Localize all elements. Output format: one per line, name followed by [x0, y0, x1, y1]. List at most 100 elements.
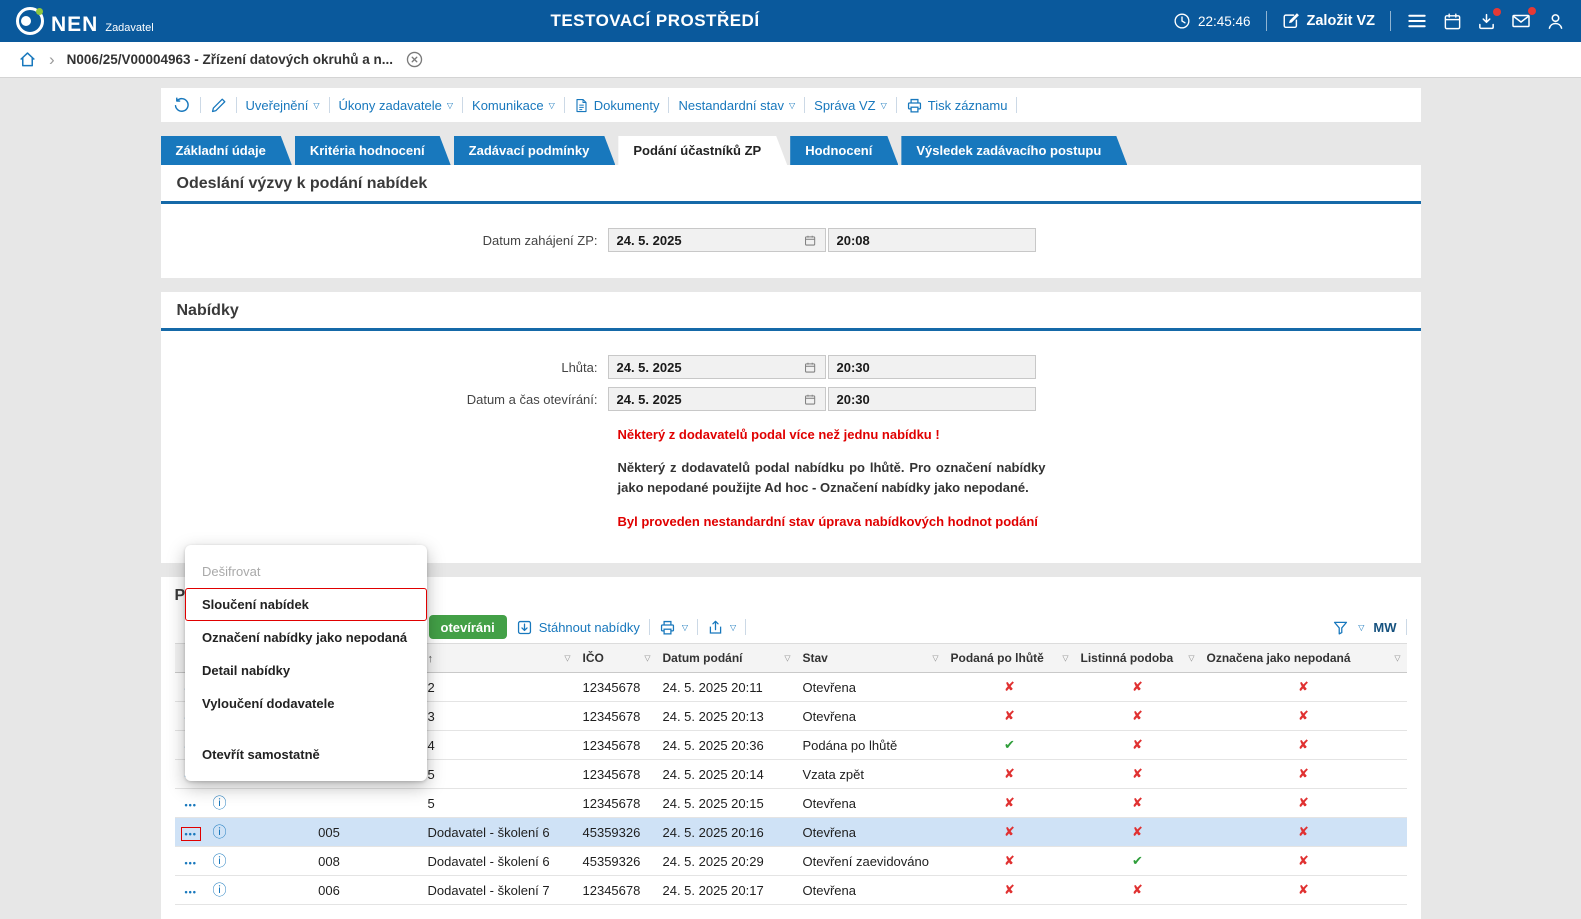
- history-button[interactable]: [173, 96, 191, 114]
- close-record-button[interactable]: [405, 50, 424, 69]
- column-filter-icon[interactable]: ▽: [1394, 654, 1400, 663]
- calendar-icon[interactable]: [804, 361, 816, 374]
- col-listinna-podoba[interactable]: Listinná podoba▽: [1075, 644, 1201, 673]
- messages-button[interactable]: [1511, 11, 1531, 31]
- close-icon: [405, 50, 424, 69]
- calendar-icon[interactable]: [804, 234, 816, 247]
- profile-button[interactable]: [1546, 12, 1565, 31]
- col-ico[interactable]: IČO▽: [577, 644, 657, 673]
- tab[interactable]: Podání účastníků ZP: [618, 136, 787, 165]
- cell-oznacena-jako-nepodana: ✘: [1201, 818, 1407, 847]
- menu-komunikace[interactable]: Komunikace▽: [472, 98, 555, 113]
- info-icon[interactable]: ⓘ: [213, 824, 227, 840]
- column-filter-icon[interactable]: ▽: [1062, 654, 1068, 663]
- info-icon[interactable]: ⓘ: [213, 882, 227, 898]
- row-actions-button[interactable]: •••: [181, 798, 201, 812]
- opening-date-input[interactable]: [617, 392, 805, 407]
- cell-podana-po-lhute: ✘: [945, 760, 1075, 789]
- cell-stav: Otevřena: [797, 789, 945, 818]
- deadline-time-input[interactable]: [837, 360, 1027, 375]
- download-box-icon: [516, 619, 533, 636]
- tab[interactable]: Základní údaje: [161, 136, 292, 165]
- context-menu-item-label: Vyloučení dodavatele: [202, 696, 334, 711]
- column-filter-icon[interactable]: ▽: [1188, 654, 1194, 663]
- column-filter-icon[interactable]: ▽: [564, 654, 570, 663]
- col-oznacena-jako-nepodana[interactable]: Označena jako nepodaná▽: [1201, 644, 1407, 673]
- mail-icon: [1511, 11, 1531, 31]
- separator: [1406, 619, 1407, 635]
- pencil-icon: [210, 97, 227, 114]
- menu-dokumenty[interactable]: Dokumenty: [574, 98, 660, 113]
- start-date-input[interactable]: [617, 233, 805, 248]
- calendar-button[interactable]: [1443, 12, 1462, 31]
- cell-listinna-podoba: ✔: [1075, 847, 1201, 876]
- deadline-date-input[interactable]: [617, 360, 805, 375]
- context-menu-item[interactable]: Detail nabídky: [185, 654, 427, 687]
- header-separator: [1266, 11, 1267, 31]
- tab[interactable]: Hodnocení: [790, 136, 898, 165]
- row-actions-button[interactable]: •••: [181, 885, 201, 899]
- download-offers-button[interactable]: Stáhnout nabídky: [516, 619, 640, 636]
- home-button[interactable]: [18, 50, 37, 69]
- col-name[interactable]: ↑▽: [422, 644, 577, 673]
- row-actions-button[interactable]: •••: [181, 827, 201, 841]
- view-preset-button[interactable]: MW: [1373, 620, 1396, 635]
- table-row[interactable]: ••• ⓘ 008 Dodavatel - školení 6 45359326…: [175, 847, 1407, 876]
- col-stav[interactable]: Stav▽: [797, 644, 945, 673]
- cell-number: 008: [237, 847, 422, 876]
- home-icon: [18, 50, 37, 69]
- tab[interactable]: Výsledek zadávacího postupu: [901, 136, 1127, 165]
- edit-record-button[interactable]: [210, 97, 227, 114]
- register-opening-button[interactable]: otevíráni: [429, 615, 507, 639]
- context-menu-item[interactable]: Označení nabídky jako nepodaná: [185, 621, 427, 654]
- column-filter-icon[interactable]: ▽: [784, 654, 790, 663]
- row-actions-button[interactable]: •••: [181, 856, 201, 870]
- context-menu-item[interactable]: Vyloučení dodavatele: [185, 687, 427, 720]
- col-podana-po-lhute[interactable]: Podaná po lhůtě▽: [945, 644, 1075, 673]
- create-vz-button[interactable]: Založit VZ: [1282, 12, 1375, 30]
- tab[interactable]: Zadávací podmínky: [454, 136, 616, 165]
- main-menu-button[interactable]: [1406, 10, 1428, 32]
- tab[interactable]: Kritéria hodnocení: [295, 136, 451, 165]
- context-menu-item[interactable]: Dešifrovat: [185, 555, 427, 588]
- table-row[interactable]: ••• ⓘ 005 Dodavatel - školení 6 45359326…: [175, 818, 1407, 847]
- calendar-icon[interactable]: [804, 393, 816, 406]
- col-datum-podani[interactable]: Datum podání▽: [657, 644, 797, 673]
- menu-sprava-vz[interactable]: Správa VZ▽: [814, 98, 887, 113]
- chevron-down-icon: ▽: [730, 623, 736, 632]
- print-table-button[interactable]: ▽: [659, 619, 688, 636]
- info-icon[interactable]: ⓘ: [213, 853, 227, 869]
- menu-label: Uveřejnění: [246, 98, 309, 113]
- table-row[interactable]: ••• ⓘ 5 12345678 24. 5. 2025 20:15 Otevř…: [175, 789, 1407, 818]
- cell-ico: 45359326: [577, 818, 657, 847]
- downloads-button[interactable]: [1477, 12, 1496, 31]
- chevron-down-icon[interactable]: ▽: [1358, 623, 1364, 632]
- nen-logo-icon[interactable]: [16, 7, 44, 35]
- menu-tisk-zaznamu[interactable]: Tisk záznamu: [906, 97, 1008, 114]
- column-filter-icon[interactable]: ▽: [644, 654, 650, 663]
- separator: [462, 97, 463, 113]
- history-icon: [173, 96, 191, 114]
- menu-uverejneni[interactable]: Uveřejnění▽: [246, 98, 320, 113]
- opening-time-input[interactable]: [837, 392, 1027, 407]
- menu-ukony-zadavatele[interactable]: Úkony zadavatele▽: [339, 98, 454, 113]
- context-menu-item[interactable]: Otevřít samostatně: [185, 738, 427, 771]
- separator: [564, 97, 565, 113]
- filter-button[interactable]: [1332, 619, 1349, 636]
- info-icon[interactable]: ⓘ: [213, 795, 227, 811]
- hamburger-icon: [1406, 10, 1428, 32]
- cell-number: [237, 789, 422, 818]
- table-row[interactable]: ••• ⓘ 006 Dodavatel - školení 7 12345678…: [175, 876, 1407, 905]
- chevron-down-icon: ▽: [881, 101, 887, 110]
- cell-oznacena-jako-nepodana: ✘: [1201, 673, 1407, 702]
- breadcrumb-record[interactable]: N006/25/V00004963 - Zřízení datových okr…: [67, 52, 393, 67]
- menu-nestandardni-stav[interactable]: Nestandardní stav▽: [678, 98, 795, 113]
- context-menu-item[interactable]: Sloučení nabídek: [185, 588, 427, 621]
- column-filter-icon[interactable]: ▽: [932, 654, 938, 663]
- cell-podana-po-lhute: ✘: [945, 702, 1075, 731]
- cell-listinna-podoba: ✘: [1075, 673, 1201, 702]
- start-time-input[interactable]: [837, 233, 1027, 248]
- cell-podana-po-lhute: ✔: [945, 731, 1075, 760]
- export-table-button[interactable]: ▽: [707, 619, 736, 636]
- cell-ico: 12345678: [577, 789, 657, 818]
